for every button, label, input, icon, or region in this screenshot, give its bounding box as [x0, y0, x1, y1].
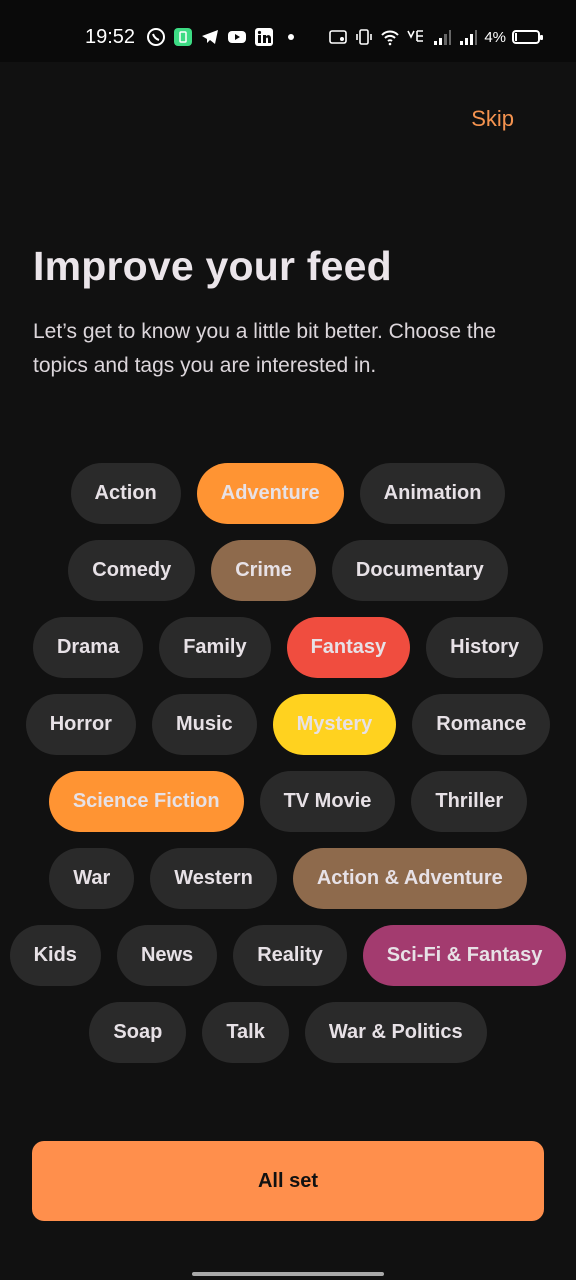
skip-button[interactable]: Skip [471, 106, 514, 132]
tag-picker: Action Adventure Animation Comedy Crime Docum… [0, 463, 576, 1079]
tag-row: Drama Family Fantasy History [0, 617, 576, 678]
tag-chip[interactable]: Animation [359, 463, 506, 524]
tag-chip[interactable]: Reality [233, 925, 347, 986]
tag-chip[interactable]: Drama [32, 617, 144, 678]
tag-chip[interactable]: Documentary [331, 540, 508, 601]
tag-chip[interactable]: Comedy [68, 540, 196, 601]
tag-chip[interactable]: News [116, 925, 218, 986]
tag-chip[interactable]: Family [159, 617, 271, 678]
battery-saver-icon [174, 28, 192, 46]
tag-chip[interactable]: War & Politics [304, 1002, 487, 1063]
signal-icon [460, 30, 478, 45]
tag-chip[interactable]: Mystery [272, 694, 397, 755]
battery-icon [512, 30, 543, 44]
tag-chip[interactable]: War [49, 848, 135, 909]
tag-row: Horror Music Mystery Romance [0, 694, 576, 755]
youtube-icon [228, 31, 246, 43]
vibrate-icon [356, 29, 373, 45]
tag-chip[interactable]: Action & Adventure [292, 848, 527, 909]
wifi-icon [381, 30, 400, 46]
dot-icon [288, 34, 294, 40]
tag-chip[interactable]: Horror [25, 694, 136, 755]
tag-row: Soap Talk War & Politics [0, 1002, 576, 1063]
all-set-button[interactable]: All set [32, 1141, 544, 1221]
cast-icon [329, 30, 348, 44]
tag-chip[interactable]: Science Fiction [48, 771, 244, 832]
tag-chip[interactable]: Romance [412, 694, 551, 755]
status-notification-icons [146, 25, 301, 49]
tag-chip[interactable]: Adventure [196, 463, 344, 524]
status-time: 19:52 [85, 26, 136, 48]
tag-chip[interactable]: Western [150, 848, 277, 909]
status-system-icons: 4% [328, 25, 543, 49]
tag-chip[interactable]: Music [151, 694, 257, 755]
tag-chip[interactable]: Kids [9, 925, 101, 986]
battery-percent: 4% [484, 28, 506, 46]
tag-row: Comedy Crime Documentary [0, 540, 576, 601]
page-title: Improve your feed [33, 243, 392, 289]
linkedin-icon [255, 28, 273, 46]
tag-chip[interactable]: Sci-Fi & Fantasy [362, 925, 567, 986]
tag-row: Science Fiction TV Movie Thriller [0, 771, 576, 832]
home-indicator[interactable] [192, 1272, 384, 1276]
tag-chip[interactable]: Soap [89, 1002, 187, 1063]
tag-chip[interactable]: Action [70, 463, 181, 524]
tag-chip[interactable]: History [426, 617, 544, 678]
tag-chip[interactable]: Crime [211, 540, 316, 601]
signal-icon [434, 30, 452, 45]
tag-row: War Western Action & Adventure [0, 848, 576, 909]
volte-icon [407, 30, 424, 42]
tag-row: Action Adventure Animation [0, 463, 576, 524]
tag-chip[interactable]: TV Movie [259, 771, 396, 832]
page-subtitle: Let’s get to know you a little bit bette… [33, 320, 497, 377]
tag-row: Kids News Reality Sci-Fi & Fantasy [0, 925, 576, 986]
whatsapp-icon [147, 28, 165, 46]
tag-chip[interactable]: Talk [202, 1002, 289, 1063]
tag-chip[interactable]: Thriller [411, 771, 528, 832]
status-bar: 19:52 4% [0, 0, 576, 62]
telegram-icon [202, 30, 218, 44]
tag-chip[interactable]: Fantasy [286, 617, 411, 678]
